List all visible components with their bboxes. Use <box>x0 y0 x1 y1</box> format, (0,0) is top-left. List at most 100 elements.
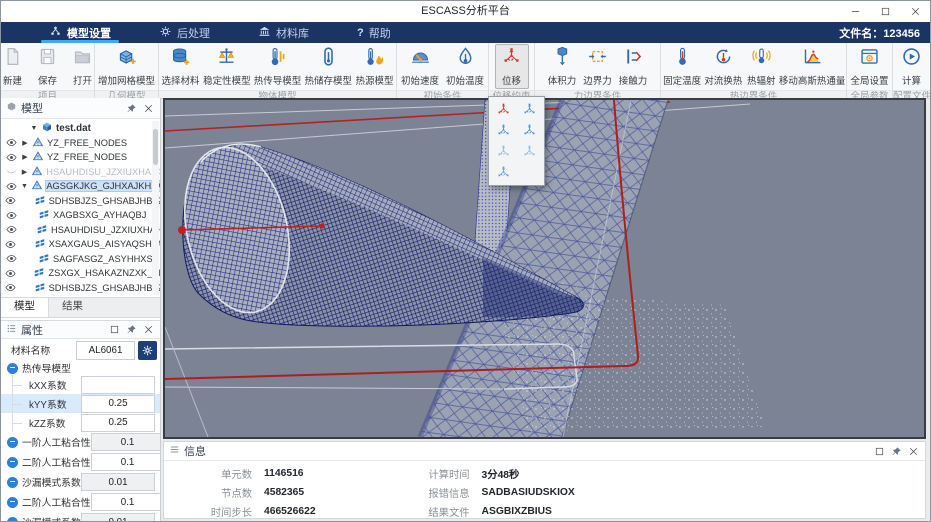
visibility-toggle[interactable] <box>5 152 18 163</box>
add-mesh-model-button[interactable]: 增加网格模型 <box>96 44 157 89</box>
tree-item[interactable]: ▼AGSGKJKG_GJHXAJKHXA <box>1 179 160 194</box>
initial-temperature-button[interactable]: 初始温度 <box>443 44 487 89</box>
collapse-icon[interactable]: – <box>7 363 18 374</box>
property-value-input[interactable] <box>81 513 155 521</box>
sidebar-tab-model[interactable]: 模型 <box>1 298 49 317</box>
heat-source-icon <box>364 46 385 72</box>
displacement-option-5[interactable] <box>492 144 516 159</box>
close-icon[interactable] <box>142 102 155 115</box>
collapse-icon[interactable]: – <box>7 437 18 448</box>
property-section-label: 热传导模型 <box>22 361 160 375</box>
convection-button[interactable]: 对流换热 <box>703 44 743 89</box>
select-material-button[interactable]: 选择材料 <box>160 44 201 89</box>
visibility-toggle[interactable] <box>5 224 17 235</box>
property-value-input[interactable] <box>81 376 155 394</box>
chevron-right-icon[interactable]: ▶ <box>21 139 29 147</box>
menu-tab-2[interactable]: 后处理 <box>135 22 234 43</box>
tree-item[interactable]: SAGFASGZ_ASYHHXSN <box>1 252 160 267</box>
property-value-input[interactable] <box>91 493 160 511</box>
displacement-option-6[interactable] <box>518 144 542 159</box>
model-tree: ▼test.dat▶YZ_FREE_NODES▶YZ_FREE_NODES▶HS… <box>1 119 160 297</box>
displacement-option-4[interactable] <box>518 123 542 138</box>
property-value-input[interactable] <box>91 433 160 451</box>
body-force-button[interactable]: 体积力 <box>545 44 580 89</box>
visibility-toggle[interactable] <box>5 253 18 264</box>
tree-item[interactable]: ▶HSAUHDISU_JZXIUXHAHX <box>1 165 160 180</box>
global-settings-button[interactable]: 全局设置 <box>848 44 891 89</box>
tree-item[interactable]: ▶YZ_FREE_NODES <box>1 136 160 151</box>
moving-gauss-flux-icon <box>802 46 823 72</box>
collapse-icon[interactable]: – <box>7 457 18 468</box>
displacement-option-1[interactable] <box>492 102 516 117</box>
heat-conduction-model-button[interactable]: 热传导模型 <box>253 44 303 89</box>
chevron-down-icon[interactable]: ▼ <box>30 125 38 132</box>
stability-model-button[interactable]: 稳定性模型 <box>202 44 252 89</box>
tree-item[interactable]: XAGBSXG_AYHAQBJ <box>1 208 160 223</box>
restore-icon[interactable] <box>108 323 121 336</box>
material-name-input[interactable] <box>76 341 135 360</box>
chevron-down-icon[interactable]: ▼ <box>21 183 29 190</box>
collapse-icon[interactable]: – <box>7 517 18 522</box>
info-field: 计算时间3分48秒 <box>412 464 575 483</box>
displacement-button[interactable]: 位移 <box>495 44 529 89</box>
save-icon <box>37 46 58 72</box>
displacement-option-3[interactable] <box>492 123 516 138</box>
new-button[interactable]: 新建 <box>0 44 30 89</box>
sidebar-tab-results[interactable]: 结果 <box>49 298 96 317</box>
tree-item[interactable]: HSAUHDISU_JZXIUXHAHX <box>1 223 160 238</box>
info-fields: 单元数1146516节点数4582365时间步长466526622计算时间3分4… <box>164 461 925 521</box>
contact-force-button[interactable]: 接触力 <box>616 44 651 89</box>
pin-icon[interactable] <box>125 102 138 115</box>
displacement-option-2[interactable] <box>518 102 542 117</box>
menu-tab-4[interactable]: ?帮助 <box>333 22 415 43</box>
tree-item[interactable]: ▶YZ_FREE_NODES <box>1 150 160 165</box>
tree-item[interactable]: XSAXGAUS_AISYAQSH_ASHX <box>1 237 160 252</box>
initial-velocity-button[interactable]: 初始速度 <box>398 44 442 89</box>
chevron-right-icon[interactable]: ▶ <box>21 153 29 161</box>
compute-button[interactable]: 计算 <box>895 44 929 89</box>
chevron-right-icon[interactable]: ▶ <box>21 168 29 176</box>
tree-item[interactable]: SDHSBJZS_GHSABJHB_ZAHU <box>1 194 160 209</box>
visibility-toggle[interactable] <box>5 137 18 148</box>
material-settings-button[interactable] <box>138 341 157 360</box>
maximize-button[interactable] <box>878 5 892 19</box>
radiation-button[interactable]: 热辐射 <box>744 44 778 89</box>
tree-item[interactable]: ZSXGX_HSAKAZNZXK_AMASX <box>1 266 160 281</box>
save-button[interactable]: 保存 <box>31 44 65 89</box>
toolbar-button-label: 移动高斯热通量 <box>779 73 846 87</box>
fixed-temperature-button[interactable]: 固定温度 <box>662 44 702 89</box>
close-button[interactable] <box>908 5 922 19</box>
tree-item[interactable]: SDHSBJZS_GHSABJHB_ZAHU <box>1 281 160 296</box>
visibility-toggle[interactable] <box>5 268 16 279</box>
pin-icon[interactable] <box>890 445 903 458</box>
property-value-input[interactable] <box>81 473 155 491</box>
close-icon[interactable] <box>142 323 155 336</box>
toolbar-group-8: 全局设置全局参数 <box>847 43 893 98</box>
tree-scrollbar[interactable] <box>152 121 159 295</box>
minimize-button[interactable] <box>848 5 862 19</box>
visibility-toggle[interactable] <box>5 239 16 250</box>
heat-storage-model-button[interactable]: 热储存模型 <box>303 44 353 89</box>
moving-gauss-flux-button[interactable]: 移动高斯热通量 <box>779 44 845 89</box>
tree-item[interactable]: ▼test.dat <box>1 121 160 136</box>
visibility-toggle[interactable] <box>5 166 18 177</box>
property-value-input[interactable] <box>81 395 155 413</box>
heat-source-model-button[interactable]: 热源模型 <box>354 44 395 89</box>
restore-icon[interactable] <box>873 445 886 458</box>
visibility-toggle[interactable] <box>5 210 18 221</box>
visibility-toggle[interactable] <box>5 282 16 293</box>
menu-tab-1[interactable]: 模型设置 <box>25 22 135 43</box>
property-value-input[interactable] <box>81 414 155 432</box>
tree-item-label: XSAXGAUS_AISYAQSH_ASHX <box>49 239 160 249</box>
property-value-input[interactable] <box>91 453 160 471</box>
close-icon[interactable] <box>907 445 920 458</box>
visibility-toggle[interactable] <box>5 195 16 206</box>
toolbar-button-label: 位移 <box>502 73 521 87</box>
collapse-icon[interactable]: – <box>7 497 18 508</box>
pin-icon[interactable] <box>125 323 138 336</box>
visibility-toggle[interactable] <box>5 181 18 192</box>
boundary-force-button[interactable]: 边界力 <box>580 44 615 89</box>
displacement-option-7[interactable] <box>492 165 516 180</box>
collapse-icon[interactable]: – <box>7 477 18 488</box>
menu-tab-3[interactable]: 材料库 <box>234 22 333 43</box>
